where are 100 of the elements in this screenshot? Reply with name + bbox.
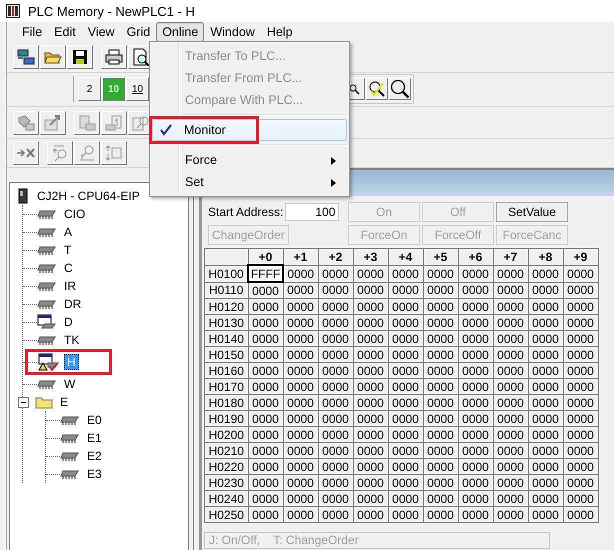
windows-icon <box>17 48 35 65</box>
toolbar-button[interactable] <box>13 44 39 69</box>
table-cell: 0000 <box>493 314 528 330</box>
table-cell: 0000 <box>528 330 563 346</box>
table-cell: 0000 <box>353 474 388 490</box>
table-cell: 0000 <box>458 330 493 346</box>
table-cell: 0000 <box>528 442 563 458</box>
table-cell: 0000 <box>458 346 493 362</box>
row-header: H0200 <box>204 426 248 442</box>
table-cell: 0000 <box>528 265 563 282</box>
table-cell: 0000 <box>458 378 493 394</box>
table-cell: 0000 <box>318 458 353 474</box>
table-cell: 0000 <box>528 282 563 298</box>
toolbar-button[interactable] <box>67 44 93 69</box>
menu-item[interactable]: View <box>82 22 121 42</box>
toolbar-button[interactable] <box>101 44 127 69</box>
table-cell: 0000 <box>318 265 353 282</box>
table-cell: 0000 <box>248 426 283 442</box>
table-cell: 0000 <box>283 298 318 314</box>
table-cell: 0000 <box>528 346 563 362</box>
table-cell: 0000 <box>563 394 598 410</box>
tree-item[interactable]: E1 <box>84 430 105 446</box>
table-cell: 0000 <box>563 474 598 490</box>
menu-item[interactable]: Monitor <box>152 119 347 141</box>
table-cell: 0000 <box>458 458 493 474</box>
table-cell: 0000 <box>353 314 388 330</box>
menu-item[interactable]: Help <box>260 22 299 42</box>
tree-item[interactable]: W <box>61 376 78 392</box>
tree-item[interactable]: TK <box>61 332 82 348</box>
row-header: H0230 <box>204 474 248 490</box>
table-cell: 0000 <box>388 506 423 522</box>
toolbar-button[interactable] <box>366 78 388 100</box>
table-cell: 0000 <box>318 362 353 378</box>
toolbar-button[interactable] <box>389 78 411 100</box>
row-header: H0240 <box>204 490 248 506</box>
table-cell: 0000 <box>458 410 493 426</box>
export-icon <box>44 114 62 131</box>
column-header: +3 <box>353 248 388 265</box>
menu-item[interactable]: Online <box>156 22 204 42</box>
menu-item[interactable]: Window <box>204 22 261 42</box>
table-cell: 0000 <box>493 346 528 362</box>
table-cell: 0000 <box>283 410 318 426</box>
table-cell: 0000 <box>353 265 388 282</box>
column-header: +0 <box>248 248 283 265</box>
table-cell: 0000 <box>248 394 283 410</box>
menu-item[interactable]: Grid <box>120 22 156 42</box>
table-cell: 0000 <box>353 378 388 394</box>
table-cell: 0000 <box>248 458 283 474</box>
display-button[interactable]: 10 <box>126 77 149 102</box>
save-icon <box>72 48 88 65</box>
tree-item[interactable]: E0 <box>84 412 105 428</box>
table-cell: 0000 <box>528 506 563 522</box>
tree-item[interactable]: CJ2H - CPU64-EIP <box>34 188 143 204</box>
table-cell: 0000 <box>563 298 598 314</box>
table-cell: 0000 <box>283 506 318 522</box>
tree-item[interactable]: IR <box>61 278 79 294</box>
table-cell: 0000 <box>248 362 283 378</box>
plc-icon <box>18 188 28 204</box>
table-cell: 0000 <box>318 410 353 426</box>
table-cell: 0000 <box>458 426 493 442</box>
row-header: H0100 <box>204 265 248 282</box>
table-cell: 0000 <box>353 410 388 426</box>
tree-item[interactable]: E <box>57 394 72 410</box>
tree-item[interactable]: D <box>61 314 76 330</box>
window-title: PLC Memory - NewPLC1 - H <box>28 4 195 18</box>
table-cell: 0000 <box>353 442 388 458</box>
start-address-field[interactable]: 100 <box>285 203 340 221</box>
tree-item[interactable]: CIO <box>61 206 88 222</box>
display-button[interactable]: 2 <box>78 77 101 102</box>
column-header: +5 <box>423 248 458 265</box>
tree-item[interactable]: T <box>61 242 74 258</box>
collapse-toggle[interactable] <box>18 396 29 408</box>
table-cell: 0000 <box>318 378 353 394</box>
table-cell: 0000 <box>248 298 283 314</box>
row-header: H0110 <box>204 282 248 298</box>
tree-item[interactable]: DR <box>61 296 84 312</box>
table-cell: 0000 <box>283 426 318 442</box>
action-button[interactable]: SetValue <box>496 202 568 222</box>
tree-item[interactable]: A <box>61 224 76 240</box>
table-cell: 0000 <box>563 506 598 522</box>
table-cell: 0000 <box>423 314 458 330</box>
table-cell: 0000 <box>283 458 318 474</box>
tree-item[interactable]: C <box>61 260 76 276</box>
print-preview-icon <box>132 48 150 66</box>
tree-item[interactable]: E2 <box>84 448 105 464</box>
menu-item[interactable]: Force <box>152 149 347 171</box>
table-cell: 0000 <box>528 474 563 490</box>
field-label: Start Address: <box>208 205 284 219</box>
table-cell: 0000 <box>458 394 493 410</box>
table-cell: 0000 <box>458 474 493 490</box>
table-cell: 0000 <box>353 346 388 362</box>
table-cell: 0000 <box>283 394 318 410</box>
tree-item[interactable]: E3 <box>84 466 105 482</box>
table-cell: 0000 <box>563 362 598 378</box>
menu-item[interactable]: Edit <box>48 22 82 42</box>
table-cell: 0000 <box>248 474 283 490</box>
column-header: +8 <box>528 248 563 265</box>
menu-item[interactable]: Set <box>152 171 347 193</box>
toolbar-button[interactable] <box>40 44 66 69</box>
menu-item[interactable]: File <box>16 22 48 42</box>
